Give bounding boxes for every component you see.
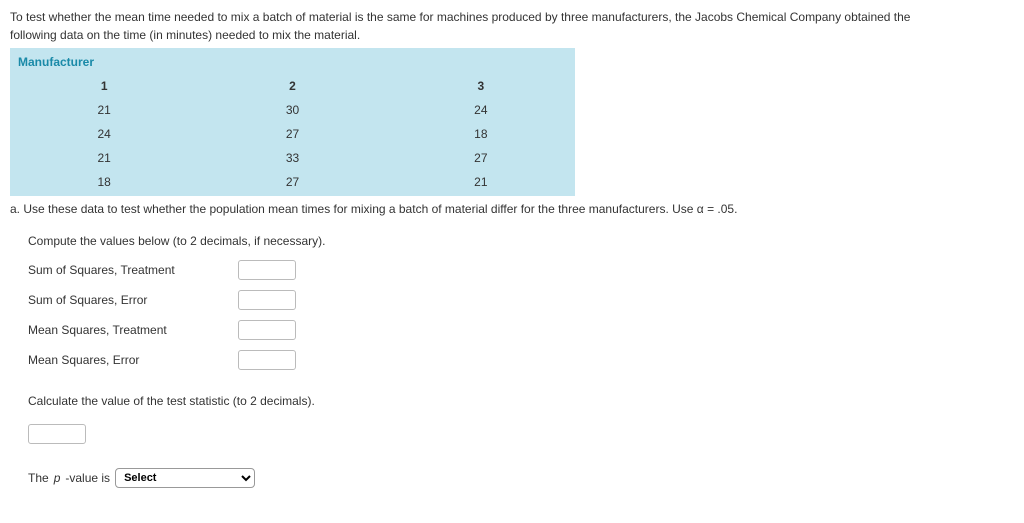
intro-line1: To test whether the mean time needed to … [10,10,910,24]
manufacturer-table-container: Manufacturer 1 2 3 21 30 24 24 27 18 21 … [10,48,575,196]
data-table: 1 2 3 21 30 24 24 27 18 21 33 27 18 [10,74,575,194]
label-ss-treatment: Sum of Squares, Treatment [28,261,238,279]
compute-hint: Compute the values below (to 2 decimals,… [28,232,1014,250]
col-header-1: 1 [10,74,198,98]
label-ss-error: Sum of Squares, Error [28,291,238,309]
cell-r0-c2: 30 [198,98,386,122]
cell-r3-c3: 21 [387,170,575,194]
cell-r1-c3: 18 [387,122,575,146]
pvalue-select[interactable]: Select [115,468,255,488]
pvalue-text-prefix: The [28,469,49,487]
cell-r0-c1: 21 [10,98,198,122]
table-row: 21 33 27 [10,146,575,170]
input-ms-error[interactable] [238,350,296,370]
pvalue-text-suffix: -value is [65,469,110,487]
label-ms-error: Mean Squares, Error [28,351,238,369]
intro-line2: following data on the time (in minutes) … [10,28,360,42]
table-title: Manufacturer [10,48,575,74]
table-header-row: 1 2 3 [10,74,575,98]
cell-r1-c2: 27 [198,122,386,146]
table-row: 24 27 18 [10,122,575,146]
input-test-statistic[interactable] [28,424,86,444]
cell-r2-c2: 33 [198,146,386,170]
cell-r3-c1: 18 [10,170,198,194]
cell-r1-c1: 24 [10,122,198,146]
cell-r0-c3: 24 [387,98,575,122]
col-header-3: 3 [387,74,575,98]
input-ss-treatment[interactable] [238,260,296,280]
part-a-prompt: a. Use these data to test whether the po… [10,200,1014,218]
input-ms-treatment[interactable] [238,320,296,340]
table-row: 18 27 21 [10,170,575,194]
cell-r2-c3: 27 [387,146,575,170]
col-header-2: 2 [198,74,386,98]
input-ss-error[interactable] [238,290,296,310]
test-stat-prompt: Calculate the value of the test statisti… [28,392,1014,410]
table-row: 21 30 24 [10,98,575,122]
label-ms-treatment: Mean Squares, Treatment [28,321,238,339]
pvalue-text-italic: p [54,469,61,487]
cell-r2-c1: 21 [10,146,198,170]
cell-r3-c2: 27 [198,170,386,194]
